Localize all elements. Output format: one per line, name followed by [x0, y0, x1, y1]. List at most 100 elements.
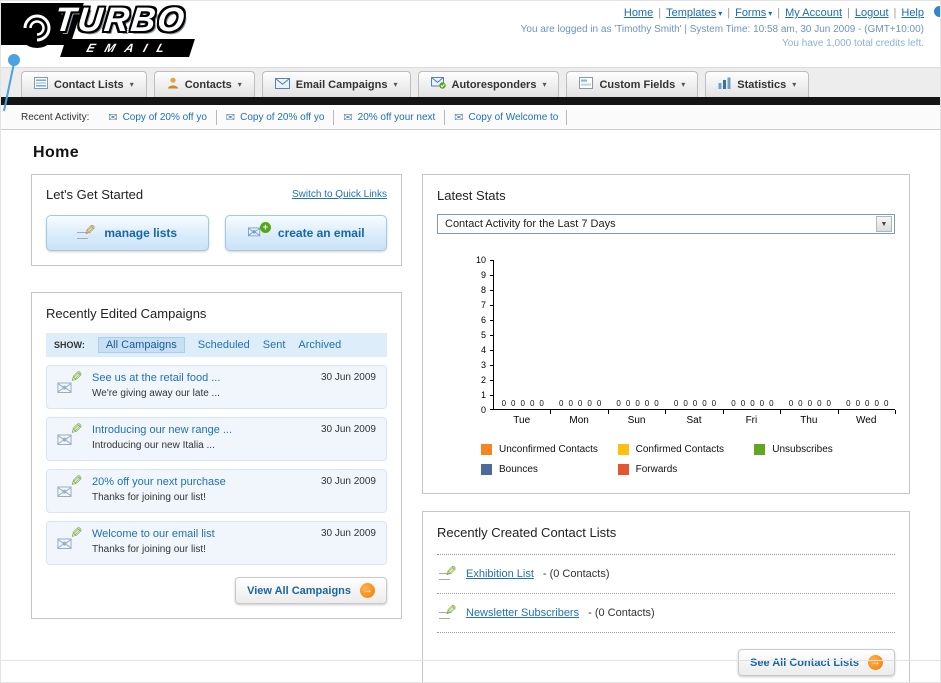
switch-quick-links-link[interactable]: Switch to Quick Links: [292, 189, 387, 200]
recent-campaigns-panel: Recently Edited Campaigns SHOW: All Camp…: [31, 292, 402, 619]
y-axis-tick-label: 8: [480, 285, 486, 295]
filter-sent[interactable]: Sent: [263, 339, 286, 351]
left-column: Let's Get Started Switch to Quick Links …: [31, 174, 402, 619]
data-value: 0: [826, 399, 831, 408]
y-axis-tick-label: 0: [480, 405, 486, 415]
x-axis-tick-label: Wed: [856, 415, 877, 426]
manage-lists-label: manage lists: [104, 226, 178, 240]
page-title: Home: [33, 144, 80, 161]
campaign-list-item: ✉ ✎ See us at the retail food ... We're giv…: [46, 365, 387, 409]
decorative-blue-dot: [934, 6, 940, 17]
contact-list-count: - (0 Contacts): [542, 568, 610, 580]
see-all-contact-lists-button[interactable]: See All Contact Lists →: [737, 649, 895, 676]
get-started-panel: Let's Get Started Switch to Quick Links …: [31, 174, 402, 266]
top-link-logout[interactable]: Logout: [855, 7, 889, 19]
data-value: 0: [501, 399, 507, 408]
contact-list-item: ✎ Newsletter Subscribers - (0 Contacts): [437, 594, 895, 633]
campaign-list-item: ✉ ✎ Introducing our new range ... Introduci…: [46, 417, 387, 461]
pencil-icon: ✎: [439, 602, 457, 621]
x-axis-tick-label: Tue: [513, 415, 531, 426]
contact-list-item: ✎ Exhibition List - (0 Contacts): [437, 555, 895, 594]
legend-swatch: [481, 464, 492, 475]
tab-autoresponders[interactable]: Autoresponders ▾: [417, 71, 560, 97]
legend-swatch: [481, 444, 492, 455]
tab-email-campaigns[interactable]: Email Campaigns ▾: [261, 71, 411, 97]
campaign-subtitle: Introducing our new Italia ...: [92, 440, 215, 451]
activity-item-label: 20% off your next: [357, 111, 436, 123]
x-axis-tick: [550, 410, 552, 414]
data-value: 0: [673, 399, 679, 408]
data-value: 0: [625, 399, 631, 408]
tab-contacts[interactable]: Contacts ▾: [153, 71, 255, 97]
contact-list-name-link[interactable]: Exhibition List: [466, 568, 534, 580]
top-link-help[interactable]: Help: [901, 7, 924, 19]
chevron-down-icon: ▾: [718, 9, 723, 18]
recent-contact-lists-panel: Recently Created Contact Lists ✎ Exhibiti…: [422, 511, 910, 682]
see-all-contact-lists-label: See All Contact Lists: [749, 656, 859, 669]
view-all-campaigns-button[interactable]: View All Campaigns →: [235, 577, 387, 604]
chevron-down-icon: ▾: [129, 80, 134, 89]
recent-activity-item[interactable]: ✉ Copy of 20% off yo: [217, 109, 335, 125]
campaign-list-item: ✉ ✎ Welcome to our email list Thanks for jo…: [46, 521, 387, 565]
link-separator: |: [847, 7, 850, 19]
logo-swirl-icon: [15, 6, 59, 55]
create-email-button[interactable]: ✉ + create an email: [224, 215, 387, 251]
top-link-templates[interactable]: Templates: [666, 7, 716, 19]
edit-campaign-icon: ✉ ✎: [55, 525, 83, 556]
top-nav-links: Home | Templates ▾ | Forms ▾ | My Account | Logout…: [521, 7, 924, 19]
data-value: 0: [769, 399, 774, 408]
pencil-icon: ✎: [70, 525, 83, 542]
filter-archived[interactable]: Archived: [298, 339, 341, 351]
recent-activity-item[interactable]: ✉ Copy of 20% off yo: [99, 109, 217, 125]
legend-label: Unsubscribes: [772, 444, 833, 455]
data-value: 0: [568, 399, 573, 408]
tab-custom-fields[interactable]: Custom Fields ▾: [566, 71, 699, 97]
y-axis-tick-label: 6: [480, 315, 486, 325]
stats-period-select[interactable]: Contact Activity for the Last 7 Days ▼: [437, 214, 895, 234]
campaign-title-link[interactable]: 20% off your next purchase: [92, 476, 312, 488]
pencil-icon: ✎: [439, 563, 457, 582]
pencil-icon: ✎: [70, 369, 83, 386]
activity-item-label: Copy of 20% off yo: [122, 111, 207, 123]
y-axis-tick-label: 3: [480, 360, 486, 370]
campaign-title-link[interactable]: See us at the retail food ...: [92, 372, 312, 384]
top-link-home[interactable]: Home: [624, 7, 653, 19]
contact-list-name-link[interactable]: Newsletter Subscribers: [466, 607, 579, 619]
chart-plot-area: 0 1 2 3 4 5 6 7 8 9 10 0 0 0 0 0 0 0 0 0 0 0 0 0 0 0 0 0 0 0 0 0 0 0 0 0 0 0 0…: [476, 255, 896, 415]
campaign-title-link[interactable]: Welcome to our email list: [92, 528, 312, 540]
filter-all-campaigns[interactable]: All Campaigns: [97, 337, 185, 353]
data-value: 0: [616, 399, 621, 408]
x-axis-tick-label: Fri: [745, 415, 758, 426]
filter-scheduled[interactable]: Scheduled: [198, 339, 250, 351]
envelope-icon: ✉: [454, 111, 464, 124]
campaign-title-link[interactable]: Introducing our new range ...: [92, 424, 312, 436]
manage-lists-button[interactable]: ✎ manage lists: [46, 215, 209, 251]
recent-activity-items: ✉ Copy of 20% off yo ✉ Copy of 20% off yo ✉ 2…: [99, 109, 568, 125]
y-axis-tick-label: 9: [480, 270, 486, 280]
top-link-forms[interactable]: Forms: [735, 7, 766, 19]
chart-zero-values: 00000: [781, 399, 838, 408]
x-axis-tick: [780, 410, 782, 414]
tab-statistics[interactable]: Statistics ▾: [705, 71, 810, 97]
x-axis-tick-label: Thu: [800, 415, 818, 426]
y-axis-tick-label: 2: [480, 375, 486, 385]
latest-stats-panel: Latest Stats Contact Activity for the La…: [422, 174, 910, 494]
recent-activity-item[interactable]: ✉ 20% off your next: [334, 109, 446, 125]
tab-contact-lists[interactable]: Contact Lists ▾: [21, 71, 147, 97]
contact-activity-chart: 0 1 2 3 4 5 6 7 8 9 10 0 0 0 0 0 0 0 0 0 0 0 0 0 0 0 0 0 0 0 0 0 0 0 0 0 0 0 0…: [467, 255, 896, 426]
campaign-subtitle: Thanks for joining our list!: [92, 544, 206, 555]
logo-text-email: EMAIL: [60, 39, 196, 57]
tab-label: Autoresponders: [451, 78, 537, 91]
recent-activity-item[interactable]: ✉ Copy of Welcome to: [445, 109, 568, 125]
data-value: 0: [683, 399, 688, 408]
top-link-my-account[interactable]: My Account: [785, 7, 842, 19]
data-value: 0: [711, 399, 717, 408]
data-value: 0: [759, 399, 765, 408]
edit-campaign-icon: ✉ ✎: [55, 473, 83, 504]
chart-zero-values: 00000: [839, 399, 896, 408]
data-value: 0: [865, 399, 870, 408]
x-axis-tick-label: Mon: [569, 415, 589, 426]
y-axis-tick: [490, 365, 494, 366]
x-axis-tick: [722, 410, 724, 414]
latest-stats-title: Latest Stats: [437, 188, 506, 203]
